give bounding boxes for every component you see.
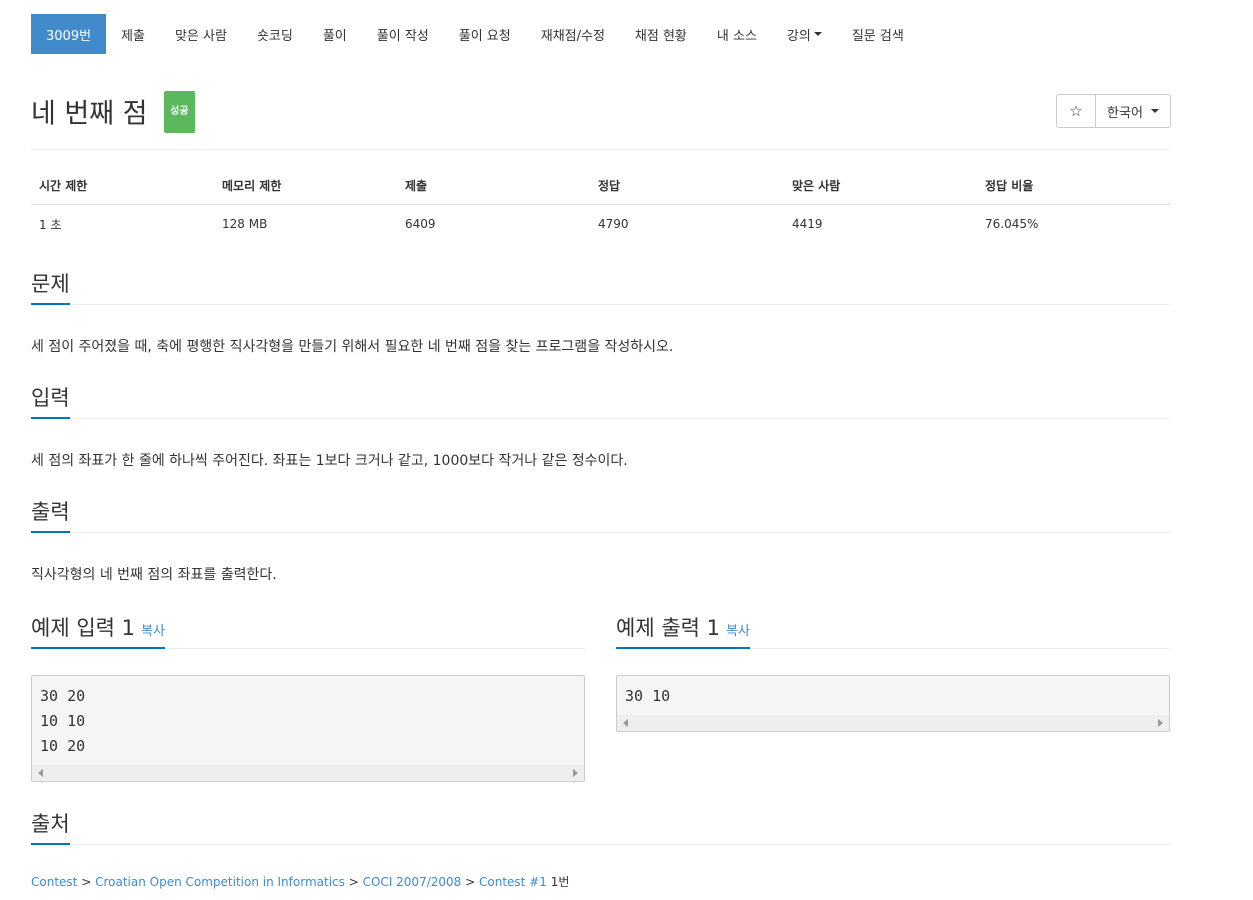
problem-description: 세 점이 주어졌을 때, 축에 평행한 직사각형을 만들기 위해서 필요한 네 … — [31, 339, 674, 355]
copy-sample-output-button[interactable]: 복사 — [726, 624, 750, 639]
breadcrumb-separator: > — [81, 875, 92, 889]
output-heading: 출력 — [31, 498, 70, 533]
tab-write-solution[interactable]: 풀이 작성 — [362, 14, 444, 54]
problem-title: 네 번째 점 — [31, 98, 148, 130]
tab-lectures[interactable]: 강의 — [772, 14, 837, 54]
scroll-left-icon[interactable] — [38, 769, 43, 777]
sample-input-title: 예제 입력 1 — [31, 616, 135, 640]
tab-accepted-users[interactable]: 맞은 사람 — [160, 14, 242, 54]
language-label: 한국어 — [1107, 105, 1143, 121]
caret-down-icon — [813, 32, 822, 36]
tab-status[interactable]: 채점 현황 — [620, 14, 702, 54]
sample-output-box: 30 10 — [616, 675, 1170, 732]
source-section: 출처 — [31, 810, 1171, 845]
tab-lectures-label: 강의 — [786, 28, 811, 44]
source-heading: 출처 — [31, 810, 70, 845]
page-title: 네 번째 점 성공 — [31, 91, 195, 136]
table-header-row: 시간 제한 메모리 제한 제출 정답 맞은 사람 정답 비율 — [31, 176, 1171, 205]
problem-page: 3009번 제출 맞은 사람 숏코딩 풀이 풀이 작성 풀이 요청 재채점/수정… — [31, 14, 1171, 889]
sample-output-section: 예제 출력 1 복사 30 10 — [616, 614, 1170, 732]
input-heading: 입력 — [31, 384, 70, 419]
table-row: 1 초 128 MB 6409 4790 4419 76.045% — [31, 205, 1171, 234]
sample-input-content: 30 20 10 10 10 20 — [40, 687, 86, 755]
problem-section: 문제 세 점이 주어졌을 때, 축에 평행한 직사각형을 만들기 위해서 필요한… — [31, 270, 1171, 356]
source-link-contest-1[interactable]: Contest #1 — [479, 875, 547, 889]
tab-submit[interactable]: 제출 — [106, 14, 160, 54]
sample-input-heading: 예제 입력 1 복사 — [31, 614, 165, 649]
tab-short-coding[interactable]: 숏코딩 — [242, 14, 308, 54]
scroll-right-icon[interactable] — [1158, 719, 1163, 727]
caret-down-icon — [1150, 109, 1159, 113]
status-badge: 성공 — [164, 91, 195, 133]
cell-accept-ratio: 76.045% — [985, 217, 1039, 231]
copy-sample-input-button[interactable]: 복사 — [141, 624, 165, 639]
cell-memory-limit: 128 MB — [222, 217, 268, 231]
source-heading-row: 출처 — [31, 810, 1171, 845]
source-link-coci[interactable]: Croatian Open Competition in Informatics — [95, 875, 345, 889]
tab-rejudge[interactable]: 재채점/수정 — [526, 14, 620, 54]
sample-output-heading: 예제 출력 1 복사 — [616, 614, 750, 649]
tab-solutions[interactable]: 풀이 — [308, 14, 362, 54]
sample-output-content: 30 10 — [625, 687, 671, 705]
sample-output-heading-row: 예제 출력 1 복사 — [616, 614, 1170, 649]
output-heading-row: 출력 — [31, 498, 1171, 533]
input-section: 입력 세 점의 좌표가 한 줄에 하나씩 주어진다. 좌표는 1보다 크거나 같… — [31, 384, 1171, 470]
sample-input-box: 30 20 10 10 10 20 — [31, 675, 585, 782]
tab-my-source[interactable]: 내 소스 — [702, 14, 772, 54]
tab-problem-number[interactable]: 3009번 — [31, 14, 107, 54]
horizontal-scrollbar[interactable] — [32, 765, 584, 781]
source-link-coci-2007[interactable]: COCI 2007/2008 — [363, 875, 462, 889]
breadcrumb-separator: > — [348, 875, 359, 889]
title-row: 네 번째 점 성공 ☆ 한국어 — [31, 91, 1171, 150]
title-button-group: ☆ 한국어 — [1056, 94, 1171, 128]
cell-submissions: 6409 — [405, 217, 436, 231]
problem-info-table: 시간 제한 메모리 제한 제출 정답 맞은 사람 정답 비율 1 초 128 M… — [31, 176, 1171, 233]
sample-input-heading-row: 예제 입력 1 복사 — [31, 614, 585, 649]
problem-heading-row: 문제 — [31, 270, 1171, 305]
header-memory-limit: 메모리 제한 — [214, 176, 397, 205]
header-submissions: 제출 — [397, 176, 590, 205]
input-description: 세 점의 좌표가 한 줄에 하나씩 주어진다. 좌표는 1보다 크거나 같고, … — [31, 453, 628, 469]
breadcrumb-separator: > — [465, 875, 476, 889]
tab-question-search[interactable]: 질문 검색 — [837, 14, 919, 54]
header-time-limit: 시간 제한 — [31, 176, 214, 205]
header-accepted: 정답 — [590, 176, 784, 205]
sample-output-title: 예제 출력 1 — [616, 616, 720, 640]
cell-time-limit: 1 초 — [39, 217, 62, 232]
source-problem-number: 1번 — [550, 875, 570, 889]
language-dropdown[interactable]: 한국어 — [1096, 95, 1170, 127]
output-description: 직사각형의 네 번째 점의 좌표를 출력한다. — [31, 567, 277, 583]
header-accept-ratio: 정답 비율 — [977, 176, 1171, 205]
problem-heading: 문제 — [31, 270, 70, 305]
scroll-right-icon[interactable] — [573, 769, 578, 777]
scroll-left-icon[interactable] — [623, 719, 628, 727]
header-accepted-users: 맞은 사람 — [784, 176, 977, 205]
output-section: 출력 직사각형의 네 번째 점의 좌표를 출력한다. — [31, 498, 1171, 584]
input-heading-row: 입력 — [31, 384, 1171, 419]
problem-tabs: 3009번 제출 맞은 사람 숏코딩 풀이 풀이 작성 풀이 요청 재채점/수정… — [31, 14, 1171, 54]
tab-request-solution[interactable]: 풀이 요청 — [444, 14, 526, 54]
star-icon[interactable]: ☆ — [1057, 95, 1096, 127]
cell-accepted: 4790 — [598, 217, 629, 231]
sample-input-section: 예제 입력 1 복사 30 20 10 10 10 20 — [31, 614, 585, 782]
breadcrumb: Contest > Croatian Open Competition in I… — [31, 873, 569, 890]
cell-accepted-users: 4419 — [792, 217, 823, 231]
horizontal-scrollbar[interactable] — [617, 715, 1169, 731]
source-link-contest[interactable]: Contest — [31, 875, 77, 889]
